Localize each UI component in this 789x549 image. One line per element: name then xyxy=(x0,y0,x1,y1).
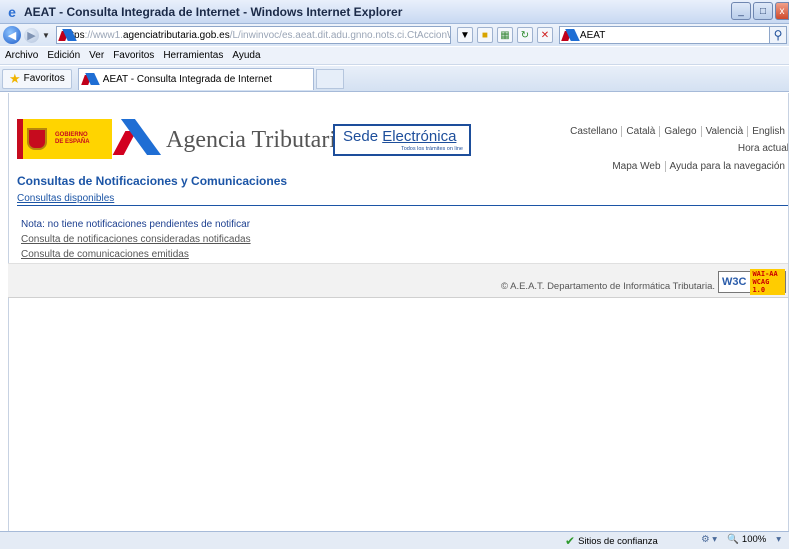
stop-icon[interactable]: ✕ xyxy=(536,27,553,43)
menu-archivo[interactable]: Archivo xyxy=(5,50,38,61)
new-tab-button[interactable] xyxy=(315,68,344,89)
sede-electronica-logo[interactable]: Sede Electrónica Todos los trámites on l… xyxy=(333,124,471,156)
sede-word: Sede xyxy=(343,128,383,145)
ie-icon: e xyxy=(8,3,16,20)
agency-name[interactable]: Agencia Tributaria xyxy=(166,127,347,154)
search-text: AEAT xyxy=(579,29,606,41)
url-domain: agenciatributaria.gob.es xyxy=(122,29,230,41)
search-input[interactable]: AEAT xyxy=(558,26,774,44)
copyright-text: © A.E.A.T. Departamento de Informática T… xyxy=(501,281,715,292)
zoom-tools: ⚙ ▾ 🔍 100% ▾ xyxy=(691,534,781,545)
refresh-icon[interactable]: ↻ xyxy=(516,27,533,43)
window-controls: _ □ x xyxy=(729,2,789,20)
consulta-comunicaciones-link[interactable]: Consulta de comunicaciones emitidas xyxy=(21,249,189,260)
agencia-logo-icon[interactable] xyxy=(112,117,162,155)
sede-title: Sede Electrónica xyxy=(343,128,456,145)
close-button[interactable]: x xyxy=(775,2,789,20)
checkmark-icon: ✔ xyxy=(565,534,576,548)
zoom-icon[interactable]: 🔍 xyxy=(727,534,739,545)
tab-title: AEAT - Consulta Integrada de Internet xyxy=(102,73,272,85)
protected-mode-icon[interactable]: ⚙ ▾ xyxy=(701,534,717,545)
menu-bar: Archivo Edición Ver Favoritos Herramient… xyxy=(0,47,789,65)
page-title: Consultas de Notificaciones y Comunicaci… xyxy=(17,174,288,188)
lang-castellano[interactable]: Castellano xyxy=(566,126,621,137)
sede-tagline: Todos los trámites on line xyxy=(400,146,463,152)
lock-icon[interactable]: ■ xyxy=(476,27,493,43)
gob-line-1: GOBIERNO xyxy=(55,132,88,138)
wcag-version-text: WCAG 1.0 xyxy=(752,278,770,294)
page-footer: © A.E.A.T. Departamento de Informática T… xyxy=(8,263,789,298)
tab-aeat[interactable]: AEAT - Consulta Integrada de Internet xyxy=(77,67,314,90)
back-button[interactable]: ◀ xyxy=(3,26,21,44)
address-bar: ◀ ▶ ▼ https://www1.agenciatributaria.gob… xyxy=(0,24,789,46)
site-header: GOBIERNO DE ESPAÑA Agencia Tributaria Se… xyxy=(8,93,789,183)
section-bar: Consultas disponibles xyxy=(17,192,789,206)
star-icon: ★ xyxy=(9,70,21,86)
zoom-level[interactable]: 100% xyxy=(742,534,766,545)
compatibility-icon[interactable]: ▦ xyxy=(496,27,513,43)
consulta-notificaciones-link[interactable]: Consulta de notificaciones consideradas … xyxy=(21,234,251,245)
tab-favicon-icon xyxy=(80,73,100,85)
menu-favoritos[interactable]: Favoritos xyxy=(113,50,154,61)
hora-actual[interactable]: Hora actual xyxy=(738,143,789,154)
favorites-button[interactable]: ★ Favoritos xyxy=(2,68,72,89)
gobierno-logo[interactable]: GOBIERNO DE ESPAÑA xyxy=(17,119,112,159)
url-dropdown-icon[interactable]: ▼ xyxy=(456,27,473,43)
security-zone[interactable]: ✔ Sitios de confianza xyxy=(565,534,658,548)
favorites-bar: ★ Favoritos AEAT - Consulta Integrada de… xyxy=(0,66,789,92)
wai-aa-badge[interactable]: W3C WAI-AA WCAG 1.0 xyxy=(718,269,786,295)
consultas-disponibles-link[interactable]: Consultas disponibles xyxy=(17,193,114,204)
history-dropdown-icon[interactable]: ▼ xyxy=(42,31,50,40)
electronica-word: Electrónica xyxy=(382,128,457,145)
gob-line-2: DE ESPAÑA xyxy=(55,139,90,145)
language-links: Castellano Català Galego Valencià Englis… xyxy=(566,126,789,137)
coat-of-arms-icon xyxy=(27,128,47,150)
menu-ayuda[interactable]: Ayuda xyxy=(232,50,260,61)
menu-ver[interactable]: Ver xyxy=(89,50,104,61)
ayuda-navegacion-link[interactable]: Ayuda para la navegación xyxy=(664,161,789,172)
lang-catala[interactable]: Català xyxy=(621,126,659,137)
address-tools: ▼ ■ ▦ ↻ ✕ xyxy=(456,27,557,43)
header-links: Mapa Web Ayuda para la navegación xyxy=(608,161,789,172)
forward-button[interactable]: ▶ xyxy=(24,27,39,43)
maximize-button[interactable]: □ xyxy=(753,2,773,20)
url-field[interactable]: https://www1.agenciatributaria.gob.es/L/… xyxy=(55,26,451,44)
menu-edicion[interactable]: Edición xyxy=(47,50,80,61)
flag-stripe xyxy=(17,119,23,159)
status-bar: ✔ Sitios de confianza ⚙ ▾ 🔍 100% ▾ xyxy=(0,531,789,549)
w3c-text: W3C xyxy=(722,276,747,288)
url-prefix: ://www1. xyxy=(84,29,123,41)
favorites-label: Favoritos xyxy=(23,73,65,84)
mapa-web-link[interactable]: Mapa Web xyxy=(608,161,664,172)
lang-valencia[interactable]: Valencià xyxy=(700,126,748,137)
url-path: /L/inwinvoc/es.aeat.dit.adu.gnno.nots.ci… xyxy=(229,29,451,41)
title-bar: e AEAT - Consulta Integrada de Internet … xyxy=(0,0,789,24)
minimize-button[interactable]: _ xyxy=(731,2,751,20)
lang-english[interactable]: English xyxy=(747,126,789,137)
window-title: AEAT - Consulta Integrada de Internet - … xyxy=(24,4,403,19)
nota-text: Nota: no tiene notificaciones pendientes… xyxy=(21,219,251,230)
wai-aa-text: WAI-AA xyxy=(752,270,778,278)
zoom-dropdown-icon[interactable]: ▾ xyxy=(776,534,781,545)
wcag-label: WAI-AA WCAG 1.0 xyxy=(750,269,785,295)
gobierno-text: GOBIERNO DE ESPAÑA xyxy=(55,132,90,146)
lang-galego[interactable]: Galego xyxy=(659,126,700,137)
menu-herramientas[interactable]: Herramientas xyxy=(163,50,223,61)
zone-label: Sitios de confianza xyxy=(578,535,658,547)
page-content: GOBIERNO DE ESPAÑA Agencia Tributaria Se… xyxy=(8,93,789,531)
search-provider-icon xyxy=(561,29,580,41)
search-icon[interactable]: ⚲ xyxy=(769,26,787,44)
